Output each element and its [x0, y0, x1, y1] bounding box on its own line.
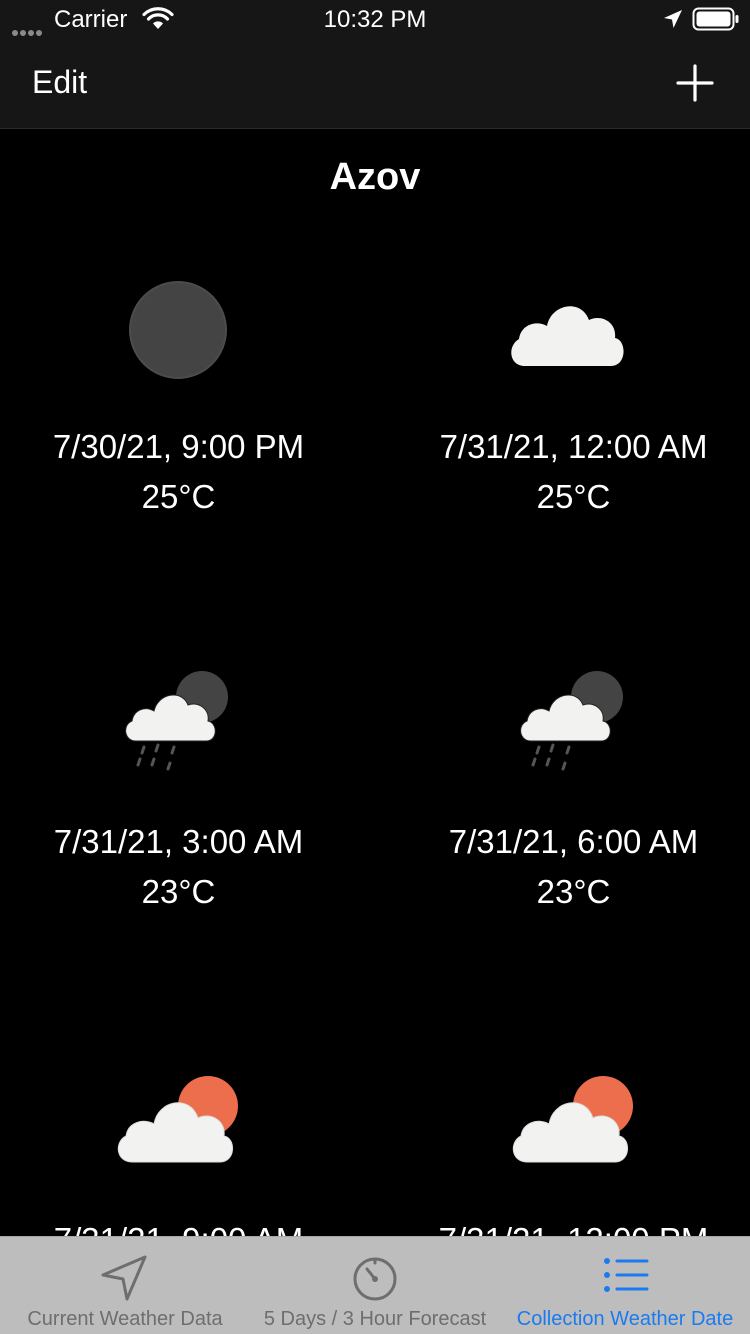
- plus-icon[interactable]: [674, 62, 716, 104]
- forecast-date: 7/31/21, 12:00 AM: [439, 428, 708, 465]
- partly-sunny-icon: [512, 1076, 633, 1163]
- location-arrow-icon: [101, 1255, 147, 1301]
- forecast-temperature: 23°C: [536, 873, 611, 910]
- forecast-date: 7/30/21, 9:00 PM: [52, 428, 305, 465]
- tab-label: Current Weather Data: [27, 1308, 223, 1330]
- forecast-temperature: 25°C: [536, 478, 611, 515]
- status-bar: Carrier 10:32 PM: [0, 0, 750, 40]
- forecast-temperature: 23°C: [141, 873, 216, 910]
- night-rain-icon: [125, 671, 228, 771]
- tab-forecast[interactable]: 5 Days / 3 Hour Forecast: [250, 1237, 500, 1334]
- gauge-icon: [353, 1257, 397, 1301]
- partly-sunny-icon: [117, 1076, 238, 1163]
- tab-label: 5 Days / 3 Hour Forecast: [263, 1308, 487, 1330]
- moon-icon: [129, 281, 227, 379]
- forecast-temperature: 25°C: [141, 478, 216, 515]
- edit-button[interactable]: Edit: [32, 64, 87, 101]
- forecast-date: 7/31/21, 6:00 AM: [448, 823, 699, 860]
- list-icon: [604, 1258, 649, 1292]
- tab-bar: Current Weather Data 5 Days / 3 Hour For…: [0, 1236, 750, 1334]
- status-time: 10:32 PM: [323, 6, 427, 33]
- forecast-date: 7/31/21, 3:00 AM: [53, 823, 304, 860]
- battery-icon: [692, 7, 739, 31]
- tab-collection-weather[interactable]: Collection Weather Date: [500, 1237, 750, 1334]
- location-services-icon: [664, 10, 682, 28]
- tab-label: Collection Weather Date: [516, 1308, 734, 1330]
- tab-current-weather[interactable]: Current Weather Data: [0, 1237, 250, 1334]
- navigation-bar: Edit: [0, 40, 750, 129]
- night-rain-icon: [520, 671, 623, 771]
- weather-collection-screen: Carrier 10:32 PM Edit Azov 7/30/21, 9:00…: [0, 0, 750, 1334]
- city-title: Azov: [329, 156, 421, 198]
- cloud-icon: [511, 306, 624, 366]
